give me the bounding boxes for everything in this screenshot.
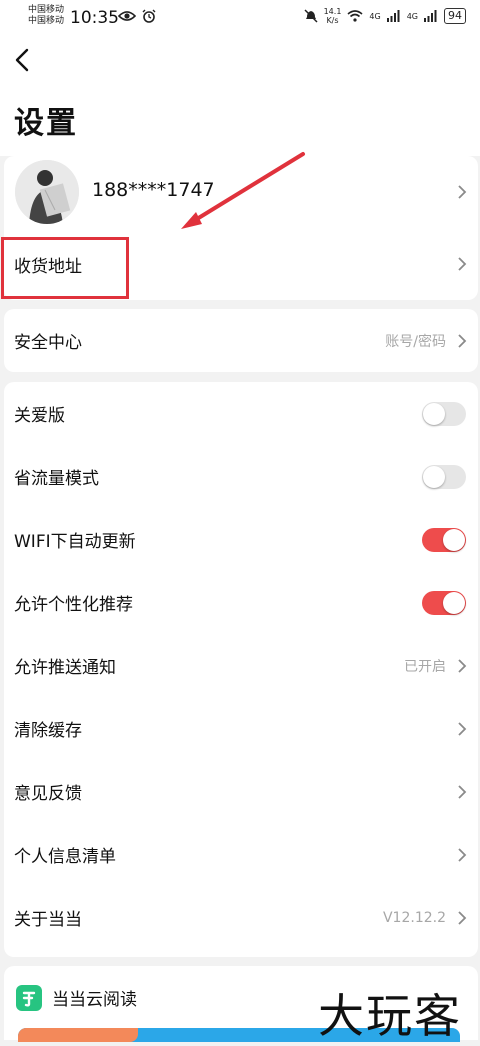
personalized-label: 允许个性化推荐	[14, 595, 133, 615]
cloud-reading-icon	[16, 985, 42, 1011]
security-value: 账号/密码	[385, 333, 446, 350]
care-mode-toggle[interactable]	[422, 401, 466, 426]
clear-cache-row[interactable]: 清除缓存	[4, 697, 478, 760]
chevron-right-icon	[458, 784, 467, 799]
care-mode-label: 关爱版	[14, 406, 65, 426]
toggle-knob	[443, 528, 465, 551]
chevron-right-icon	[458, 333, 467, 348]
data-saver-label: 省流量模式	[14, 469, 99, 489]
clear-cache-label: 清除缓存	[14, 721, 82, 741]
about-version: V12.12.2	[382, 909, 446, 926]
feedback-label: 意见反馈	[14, 784, 82, 804]
about-label: 关于当当	[14, 910, 82, 930]
toggle-knob	[423, 402, 445, 425]
care-mode-row: 关爱版	[4, 382, 478, 445]
feedback-row[interactable]: 意见反馈	[4, 760, 478, 823]
toggle-knob	[423, 465, 445, 488]
chevron-right-icon	[458, 721, 467, 736]
personalized-row: 允许个性化推荐	[4, 571, 478, 634]
settings-card: 关爱版 省流量模式 WIFI下自动更新 允许个性化推荐 允许推送通知 已开启 清…	[4, 382, 478, 957]
watermark: 大玩客	[318, 989, 462, 1043]
data-saver-toggle[interactable]	[422, 464, 466, 489]
wifi-update-toggle[interactable]	[422, 527, 466, 552]
push-row[interactable]: 允许推送通知 已开启	[4, 634, 478, 697]
cloud-label: 当当云阅读	[52, 989, 137, 1010]
personalized-toggle[interactable]	[422, 590, 466, 615]
security-row[interactable]: 安全中心 账号/密码	[4, 309, 478, 372]
chevron-right-icon	[458, 910, 467, 925]
data-saver-row: 省流量模式	[4, 445, 478, 508]
security-card: 安全中心 账号/密码	[4, 309, 478, 372]
wifi-update-row: WIFI下自动更新	[4, 508, 478, 571]
push-label: 允许推送通知	[14, 658, 116, 678]
book-icon	[22, 991, 36, 1007]
push-value: 已开启	[404, 658, 446, 675]
about-row[interactable]: 关于当当 V12.12.2	[4, 886, 478, 949]
annotation-arrow-icon	[181, 152, 305, 229]
personal-info-label: 个人信息清单	[14, 847, 116, 867]
toggle-knob	[443, 591, 465, 614]
chevron-right-icon	[458, 847, 467, 862]
wifi-update-label: WIFI下自动更新	[14, 532, 136, 552]
chevron-right-icon	[458, 658, 467, 673]
personal-info-row[interactable]: 个人信息清单	[4, 823, 478, 886]
security-label: 安全中心	[14, 333, 82, 353]
